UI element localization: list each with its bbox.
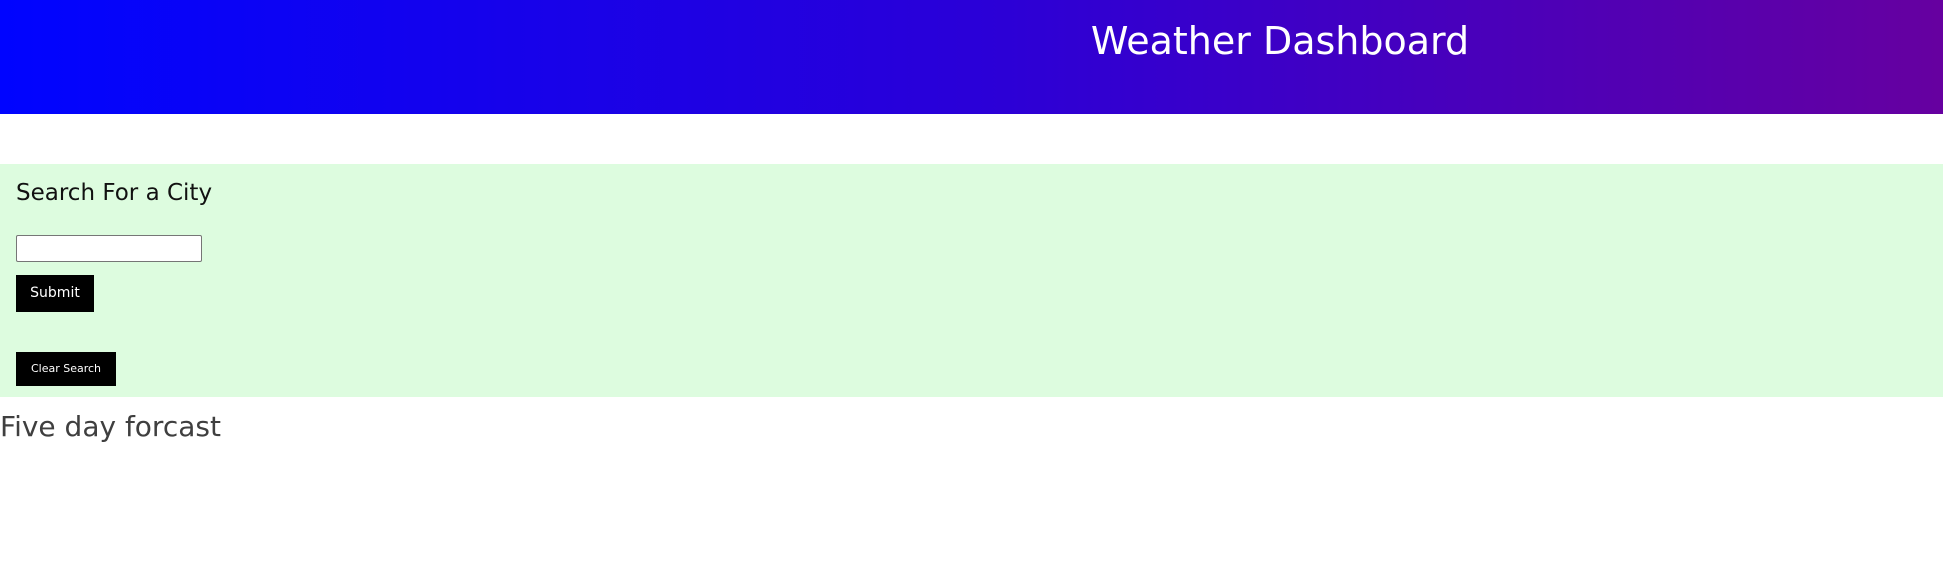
weather-dashboard-page: Weather Dashboard Search For a City Subm…	[0, 0, 1943, 581]
dashboard-header: Weather Dashboard	[0, 0, 1943, 114]
city-search-panel: Search For a City Submit Clear Search	[0, 164, 1943, 397]
submit-button[interactable]: Submit	[16, 275, 94, 312]
search-heading: Search For a City	[16, 180, 213, 206]
city-search-input[interactable]	[16, 235, 202, 262]
page-title: Weather Dashboard	[1090, 19, 1470, 63]
clear-search-button[interactable]: Clear Search	[16, 352, 116, 386]
five-day-forecast-heading: Five day forcast	[0, 410, 221, 443]
